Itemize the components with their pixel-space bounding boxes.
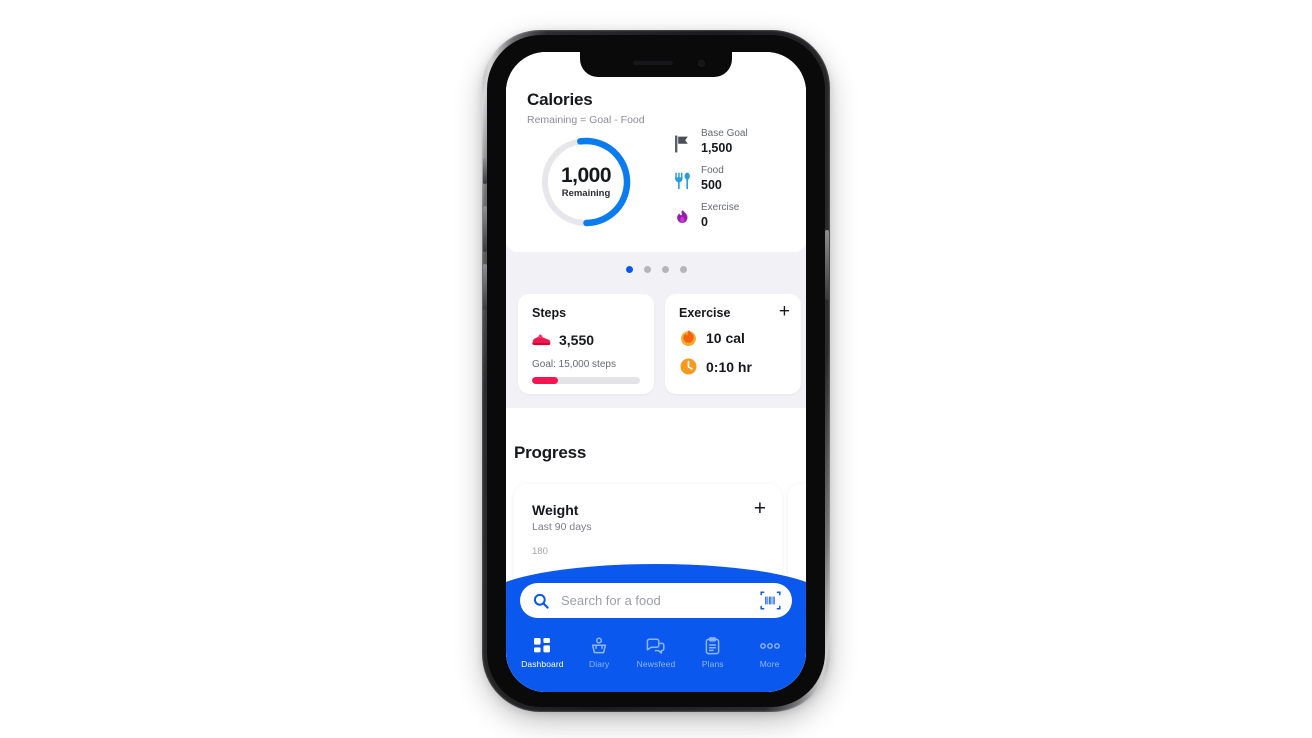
exercise-duration-metric: 0:10 hr bbox=[679, 357, 752, 376]
utensils-icon bbox=[671, 168, 693, 194]
weight-chart-axis-label: 180 bbox=[532, 546, 548, 557]
pager-dot-1[interactable] bbox=[625, 266, 633, 273]
tab-dashboard[interactable]: Dashboard bbox=[514, 636, 570, 669]
steps-card-title: Steps bbox=[532, 306, 567, 320]
earpiece-speaker-icon bbox=[632, 61, 673, 65]
calories-remaining-value: 1,000 bbox=[560, 164, 612, 187]
weight-card-subtitle: Last 90 days bbox=[532, 521, 592, 533]
notch bbox=[580, 52, 732, 77]
pager-dot-4[interactable] bbox=[679, 266, 687, 273]
stat-food: Food 500 bbox=[671, 165, 799, 201]
chat-icon bbox=[646, 636, 666, 656]
steps-progress-fill bbox=[532, 377, 558, 384]
tab-diary[interactable]: Diary bbox=[571, 636, 627, 669]
steps-value: 3,550 bbox=[559, 331, 595, 348]
tab-newsfeed[interactable]: Newsfeed bbox=[628, 636, 684, 669]
stat-exercise-label: Exercise bbox=[701, 202, 740, 213]
calories-subtitle: Remaining = Goal - Food bbox=[527, 114, 645, 126]
search-icon bbox=[532, 592, 549, 609]
tab-diary-label: Diary bbox=[589, 659, 610, 669]
tab-more-label: More bbox=[759, 659, 780, 669]
tab-plans-label: Plans bbox=[701, 659, 724, 669]
bottom-tab-bar[interactable]: Dashboard Diary Newsfeed Plans More bbox=[506, 636, 806, 684]
diary-icon bbox=[590, 636, 608, 656]
tab-newsfeed-label: Newsfeed bbox=[636, 659, 676, 669]
flag-icon bbox=[671, 131, 693, 157]
tab-more[interactable]: More bbox=[742, 636, 798, 669]
steps-card[interactable]: Steps 3,550 Goal: 15,000 steps bbox=[518, 294, 654, 394]
pager-dot-3[interactable] bbox=[661, 266, 669, 273]
calories-card[interactable]: Calories Remaining = Goal - Food 1,000 R… bbox=[506, 52, 806, 252]
phone-screen: Calories Remaining = Goal - Food 1,000 R… bbox=[506, 52, 806, 692]
steps-progress-bar bbox=[532, 377, 640, 384]
search-input[interactable] bbox=[559, 592, 759, 609]
power-button[interactable] bbox=[825, 230, 829, 300]
exercise-card[interactable]: Exercise + 10 cal 0:10 hr bbox=[665, 294, 801, 394]
calories-remaining-label: Remaining bbox=[561, 188, 611, 199]
tab-dashboard-label: Dashboard bbox=[521, 659, 564, 669]
page-background: Calories Remaining = Goal - Food 1,000 R… bbox=[0, 0, 1312, 738]
calories-ring: 1,000 Remaining bbox=[538, 134, 634, 230]
app-content: Calories Remaining = Goal - Food 1,000 R… bbox=[506, 52, 806, 692]
weight-card-title: Weight bbox=[532, 502, 579, 518]
stat-food-value: 500 bbox=[701, 178, 722, 192]
sneaker-icon bbox=[532, 330, 551, 349]
pager-dot-2[interactable] bbox=[643, 266, 651, 273]
exercise-calories-metric: 10 cal bbox=[679, 328, 745, 347]
flame-icon bbox=[671, 205, 693, 231]
progress-title: Progress bbox=[514, 443, 587, 462]
exercise-calories-value: 10 cal bbox=[706, 329, 745, 346]
steps-metric: 3,550 bbox=[532, 330, 594, 349]
exercise-duration-value: 0:10 hr bbox=[706, 358, 752, 375]
clipboard-icon bbox=[704, 636, 721, 656]
clock-icon bbox=[679, 357, 698, 376]
barcode-scan-icon[interactable] bbox=[759, 591, 781, 611]
ellipsis-icon bbox=[759, 636, 781, 656]
stat-base-goal-value: 1,500 bbox=[701, 141, 733, 155]
flame-icon bbox=[679, 328, 698, 347]
calories-title: Calories bbox=[527, 90, 593, 109]
stat-food-label: Food bbox=[701, 165, 724, 176]
stat-base-goal-label: Base Goal bbox=[701, 128, 748, 139]
calories-stats: Base Goal 1,500 Food 500 Exercise 0 bbox=[671, 128, 799, 239]
stat-exercise-value: 0 bbox=[701, 215, 708, 229]
stat-exercise: Exercise 0 bbox=[671, 202, 799, 238]
weight-add-button[interactable]: + bbox=[754, 498, 766, 519]
summary-cards-row: Steps 3,550 Goal: 15,000 steps Exercise … bbox=[518, 294, 804, 394]
front-camera-icon bbox=[698, 60, 705, 67]
tab-plans[interactable]: Plans bbox=[685, 636, 741, 669]
exercise-add-button[interactable]: + bbox=[779, 302, 790, 321]
food-search-bar[interactable] bbox=[520, 583, 792, 618]
carousel-pager[interactable] bbox=[506, 266, 806, 273]
grid-icon bbox=[533, 636, 551, 656]
stat-base-goal: Base Goal 1,500 bbox=[671, 128, 799, 164]
phone-device: Calories Remaining = Goal - Food 1,000 R… bbox=[478, 22, 834, 716]
steps-goal-label: Goal: 15,000 steps bbox=[532, 359, 616, 370]
exercise-card-title: Exercise bbox=[679, 306, 731, 320]
